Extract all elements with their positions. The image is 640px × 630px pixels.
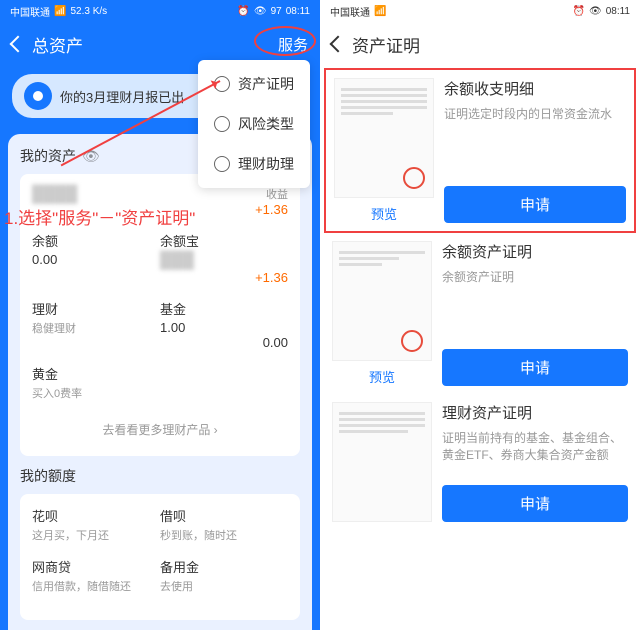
page-title: 资产证明 (352, 32, 628, 57)
my-quota-title: 我的额度 (20, 466, 300, 486)
doc-wealth-proof: 理财资产证明 证明当前持有的基金、基金组合、黄金ETF、券商大集合资产金额 申请 (332, 402, 628, 522)
page-title: 总资产 (32, 32, 278, 57)
status-bar: 中国联通📶52.3 K/s ⏰👁9708:11 (0, 0, 320, 22)
apply-button[interactable]: 申请 (442, 485, 628, 522)
dropdown-assistant[interactable]: 理财助理 (198, 144, 310, 184)
annotation-1: 1.选择"服务"－"资产证明" (8, 204, 195, 229)
doc-thumbnail[interactable] (334, 78, 434, 198)
doc-title: 余额收支明细 (444, 78, 626, 99)
doc-title: 理财资产证明 (442, 402, 628, 423)
header: 资产证明 (320, 22, 640, 66)
eye-icon (24, 82, 52, 110)
doc-balance-detail: 预览 余额收支明细 证明选定时段内的日常资金流水 申请 (324, 68, 636, 233)
doc-balance-proof: 预览 余额资产证明 余额资产证明 申请 (332, 241, 628, 386)
headset-icon (214, 156, 230, 172)
total-amount: ████ (32, 186, 160, 204)
annotation-circle (254, 26, 316, 56)
more-products-link[interactable]: 去看看更多理财产品 › (32, 415, 288, 444)
doc-desc: 证明选定时段内的日常资金流水 (444, 105, 626, 178)
preview-link[interactable]: 预览 (332, 367, 432, 386)
shield-icon (214, 116, 230, 132)
back-icon[interactable] (330, 36, 347, 53)
doc-thumbnail[interactable] (332, 402, 432, 522)
doc-desc: 证明当前持有的基金、基金组合、黄金ETF、券商大集合资产金额 (442, 429, 628, 477)
apply-button[interactable]: 申请 (444, 186, 626, 223)
preview-link[interactable]: 预览 (334, 204, 434, 223)
doc-desc: 余额资产证明 (442, 268, 628, 341)
back-icon[interactable] (10, 36, 27, 53)
stamp-icon (403, 167, 425, 189)
apply-button[interactable]: 申请 (442, 349, 628, 386)
dropdown-risk-type[interactable]: 风险类型 (198, 104, 310, 144)
stamp-icon (401, 330, 423, 352)
doc-thumbnail[interactable] (332, 241, 432, 361)
status-bar: 中国联通📶 ⏰👁08:11 (320, 0, 640, 22)
doc-title: 余额资产证明 (442, 241, 628, 262)
